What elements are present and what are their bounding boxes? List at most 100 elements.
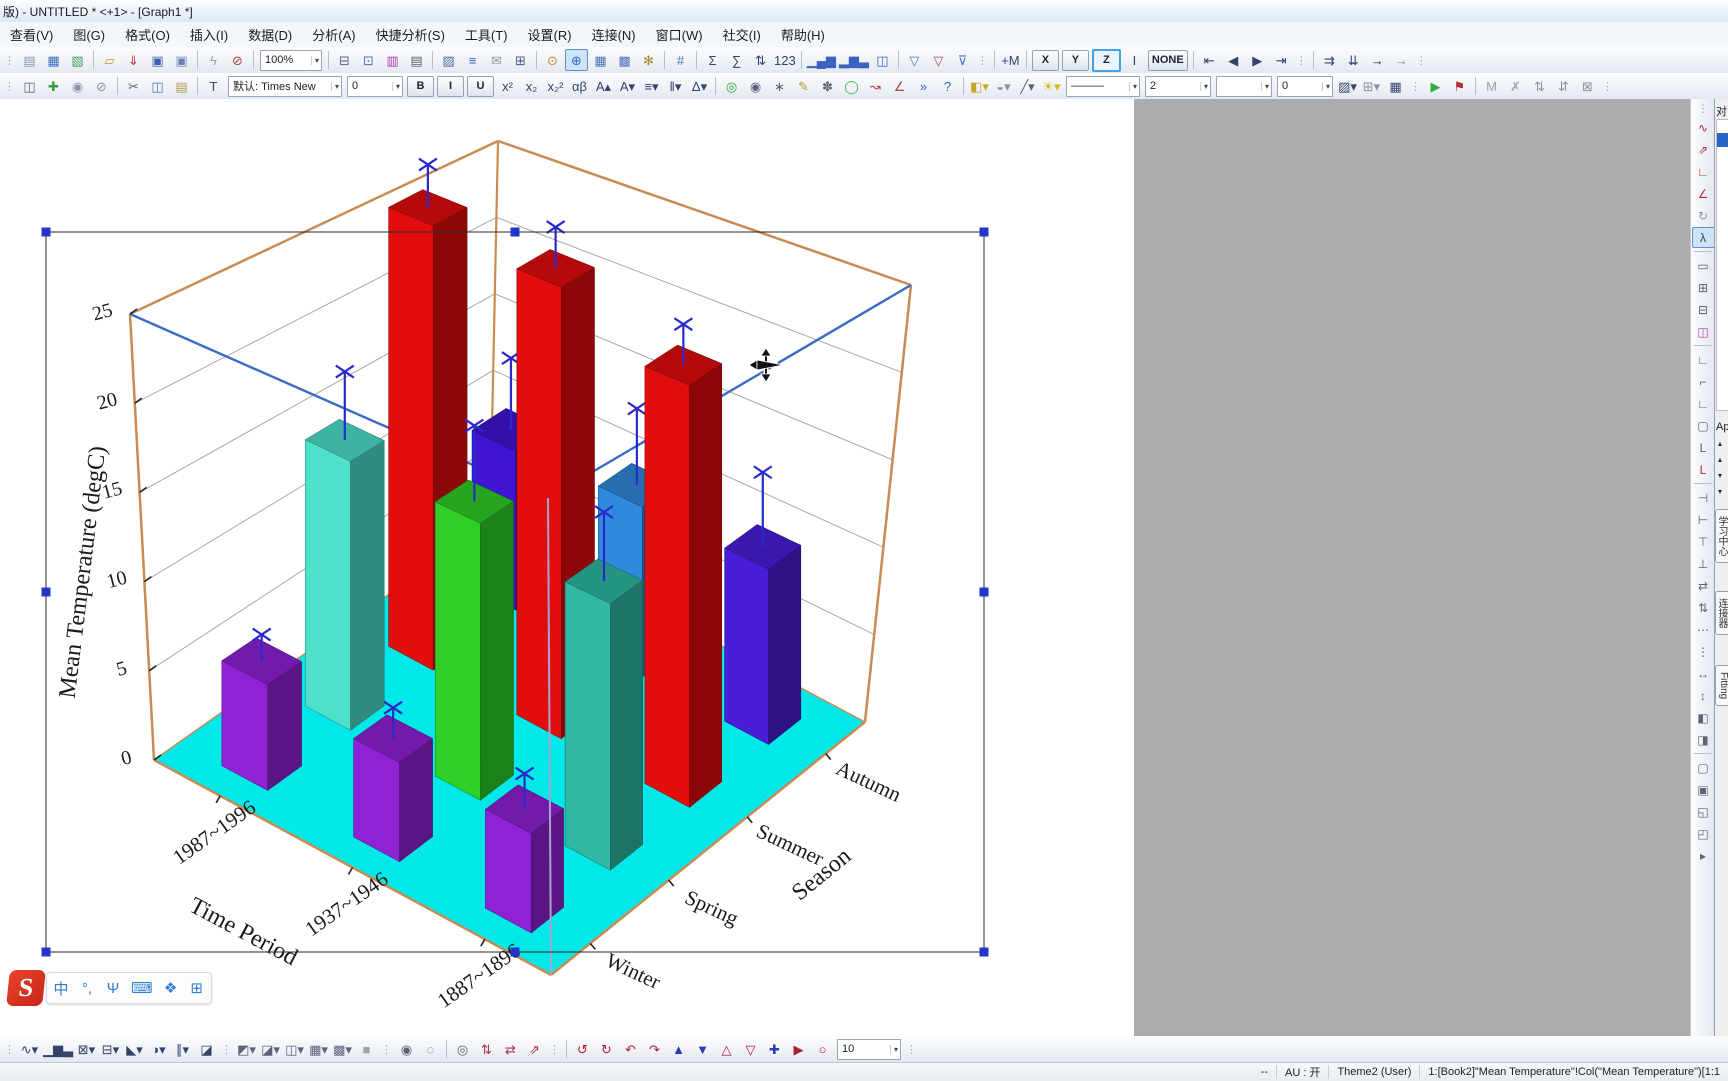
new-graph-icon[interactable]: ▧: [66, 49, 89, 71]
scroll-up2-icon[interactable]: ▴: [1718, 455, 1722, 464]
polar-plot-icon[interactable]: ◑▾: [147, 1038, 170, 1060]
rescale-axes-icon[interactable]: ∟: [1692, 161, 1715, 182]
symbol-map-icon[interactable]: Δ▾: [688, 75, 711, 97]
align-right-icon[interactable]: ⊢: [1692, 509, 1715, 530]
fence-icon[interactable]: ǁ▾: [664, 75, 687, 97]
worksheet-query-icon[interactable]: ▩: [613, 49, 636, 71]
set-column-values-icon[interactable]: 123: [773, 49, 797, 71]
align-bottom-icon[interactable]: ⊥: [1692, 553, 1715, 574]
stock-plot-icon[interactable]: ∥▾: [171, 1038, 194, 1060]
last-plot-icon[interactable]: ⇥: [1270, 49, 1293, 71]
rotation-angle-combo[interactable]: 10 ▾: [837, 1038, 901, 1060]
menu-help[interactable]: 帮助(H): [771, 22, 835, 47]
merge-layers-icon[interactable]: ◫: [1692, 321, 1715, 342]
data-filter-icon[interactable]: ▽: [903, 49, 926, 71]
data-highlighter-icon[interactable]: ◯: [840, 75, 863, 97]
layer-contents-icon[interactable]: ≡: [461, 49, 484, 71]
help-cursor-icon[interactable]: ?: [936, 75, 959, 97]
stop-record-icon[interactable]: ⊘: [226, 49, 249, 71]
mail-icon[interactable]: ✉: [485, 49, 508, 71]
import-wizard-icon[interactable]: ⇓: [122, 49, 145, 71]
panel-tab-connector[interactable]: 连接器: [1715, 591, 1728, 635]
selection-on-all-plots-icon[interactable]: ∠: [888, 75, 911, 97]
zoom-magnifier-icon[interactable]: ◎: [720, 75, 743, 97]
exchange-xy-icon[interactable]: ⇅: [1528, 75, 1551, 97]
group-objects-icon[interactable]: ◧: [1692, 707, 1715, 728]
chevron-down-icon[interactable]: ▾: [330, 81, 339, 91]
box-plot-icon[interactable]: ⊟▾: [99, 1038, 122, 1060]
exchange-scale-icon[interactable]: ⇵: [1552, 75, 1575, 97]
open-icon[interactable]: ▱: [98, 49, 121, 71]
merge-all-icon[interactable]: M: [1480, 75, 1503, 97]
ime-soft-keyboard-icon[interactable]: ⌨: [131, 979, 153, 997]
menu-gadgets[interactable]: 快捷分析(S): [366, 22, 455, 47]
align-left-icon[interactable]: ⊣: [1692, 487, 1715, 508]
font-button-icon[interactable]: T: [202, 75, 225, 97]
rescale-layer-icon[interactable]: λ: [1691, 227, 1715, 248]
no-plot-icon[interactable]: ■: [355, 1038, 378, 1060]
object-manager-tree[interactable]: [1716, 119, 1728, 411]
font-name-combo[interactable]: 默认: Times New ▾: [228, 75, 342, 97]
previous-plot-icon[interactable]: ◀: [1222, 49, 1245, 71]
text-cursor-icon[interactable]: I: [1123, 49, 1146, 71]
project-explorer-icon[interactable]: ⊞: [509, 49, 532, 71]
selection-handle[interactable]: [41, 947, 51, 957]
line-color-icon[interactable]: ╱▾: [1016, 75, 1039, 97]
mask-range-icon[interactable]: ◎: [451, 1038, 474, 1060]
unmask-points-icon[interactable]: ◌: [419, 1038, 442, 1060]
none-mode-button[interactable]: NONE: [1147, 49, 1188, 71]
copy-graph-image-icon[interactable]: ◉: [66, 75, 89, 97]
find-icon[interactable]: ⊙: [541, 49, 564, 71]
options-icon[interactable]: ✻: [637, 49, 660, 71]
rescale-tool-icon[interactable]: ∿: [1692, 117, 1715, 138]
chevron-down-icon[interactable]: ▾: [1199, 81, 1208, 91]
add-layer-grid-icon[interactable]: ⊞: [1692, 277, 1715, 298]
selection-fill-icon[interactable]: ▣: [1692, 779, 1715, 800]
object-manager-selected-item[interactable]: [1717, 133, 1728, 147]
x-mode-button[interactable]: X: [1031, 49, 1059, 71]
clear-filter-icon[interactable]: ▽: [927, 49, 950, 71]
borders-icon[interactable]: ⊞▾: [1360, 75, 1383, 97]
menu-view[interactable]: 查看(V): [0, 22, 63, 47]
chevron-down-icon[interactable]: ▾: [1260, 81, 1269, 91]
menu-data[interactable]: 数据(D): [238, 22, 302, 47]
scroll-up-icon[interactable]: ▴: [1718, 439, 1722, 448]
selection-handle[interactable]: [510, 947, 520, 957]
heatmap-plot-icon[interactable]: ▩▾: [331, 1038, 354, 1060]
selection-handle[interactable]: [979, 227, 989, 237]
ime-skin-icon[interactable]: ❖: [163, 979, 179, 997]
merge-graphs-icon[interactable]: ◫: [871, 49, 894, 71]
mask-data-icon[interactable]: ⊘: [90, 75, 113, 97]
statistics-on-columns-icon[interactable]: Σ: [701, 49, 724, 71]
paste-icon[interactable]: ▤: [170, 75, 193, 97]
fill-color-icon[interactable]: ◧▾: [968, 75, 991, 97]
panel-tab-fitting[interactable]: Fitting: [1715, 665, 1728, 707]
axis-bottom-right-icon[interactable]: ∟: [1692, 393, 1715, 414]
data-cursor-icon[interactable]: ✽: [816, 75, 839, 97]
extract-layers-icon[interactable]: ⊟: [1692, 299, 1715, 320]
selection-handle[interactable]: [41, 587, 51, 597]
run-script-icon[interactable]: ▶: [1424, 75, 1447, 97]
chevron-down-icon[interactable]: ▾: [391, 81, 400, 91]
digitizer-icon[interactable]: ϟ: [202, 49, 225, 71]
align-top-icon[interactable]: ⊤: [1692, 531, 1715, 552]
fit-frame-to-layer-icon[interactable]: ✚: [763, 1038, 786, 1060]
y-mode-button[interactable]: Y: [1061, 49, 1089, 71]
contour-plot-icon[interactable]: ▦▾: [307, 1038, 330, 1060]
new-project-icon[interactable]: ▤: [18, 49, 41, 71]
new-sheet-icon[interactable]: ▦: [589, 49, 612, 71]
send-graph-icon[interactable]: ▥: [381, 49, 404, 71]
bar-autumn-1887~1896[interactable]: [724, 465, 802, 746]
alignment-icon[interactable]: ≡▾: [640, 75, 663, 97]
pattern-color-icon[interactable]: ◒▾: [992, 75, 1015, 97]
rotate-counterclockwise-icon[interactable]: ↺: [571, 1038, 594, 1060]
bold-button[interactable]: B: [407, 75, 434, 97]
skip-points-icon[interactable]: »: [912, 75, 935, 97]
chevron-down-icon[interactable]: ▾: [1321, 81, 1330, 91]
menu-analysis[interactable]: 分析(A): [302, 22, 365, 47]
increase-font-icon[interactable]: A▴: [592, 75, 615, 97]
menu-preferences[interactable]: 设置(R): [518, 22, 582, 47]
enlarger-icon[interactable]: ⇗: [1692, 139, 1715, 160]
subscript-icon[interactable]: x₂: [520, 75, 543, 97]
chevron-down-icon[interactable]: ▾: [1128, 81, 1137, 91]
